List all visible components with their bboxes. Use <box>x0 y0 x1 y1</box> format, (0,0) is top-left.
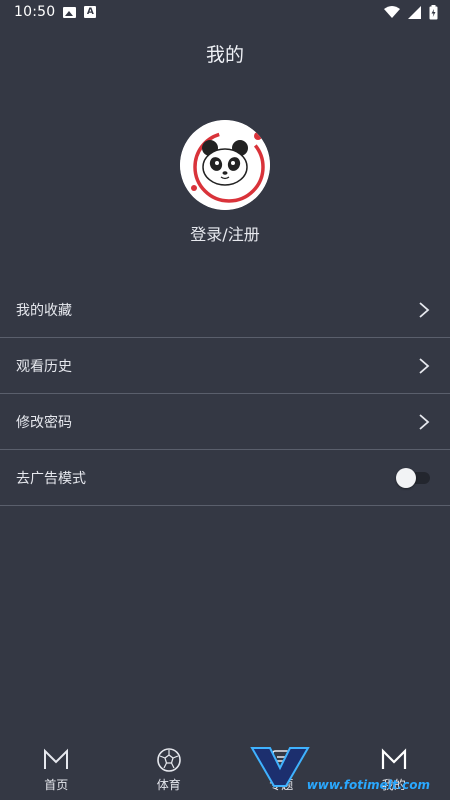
nav-item-sports[interactable]: 体育 <box>113 747 225 793</box>
menu-item-label: 我的收藏 <box>16 302 72 319</box>
logo-m-icon <box>44 748 69 769</box>
chevron-right-icon <box>419 413 430 430</box>
nav-item-home[interactable]: 首页 <box>0 747 112 793</box>
menu-item-label: 去广告模式 <box>16 470 86 487</box>
menu-item-ad-free-mode: 去广告模式 <box>0 450 450 506</box>
nav-label: 体育 <box>156 778 181 792</box>
nav-label: 我的 <box>381 778 406 792</box>
status-time: 10:50 <box>14 4 56 20</box>
nav-label: 专题 <box>269 778 294 792</box>
bottom-nav: 首页 体育 专题 我的 <box>0 740 450 800</box>
status-right <box>384 4 438 20</box>
status-left: 10:50 A <box>14 4 97 20</box>
signal-icon <box>408 5 421 19</box>
app-notification-icon: A <box>84 6 97 18</box>
avatar[interactable] <box>180 120 270 210</box>
settings-menu: 我的收藏 观看历史 修改密码 去广告模式 <box>0 282 450 506</box>
logo-m-icon <box>381 748 406 769</box>
menu-item-change-password[interactable]: 修改密码 <box>0 394 450 450</box>
chevron-right-icon <box>419 357 430 374</box>
toggle-thumb <box>396 467 416 488</box>
status-bar: 10:50 A <box>0 0 450 24</box>
topic-icon <box>272 750 291 770</box>
ad-free-toggle[interactable] <box>396 467 430 488</box>
menu-item-label: 修改密码 <box>16 414 72 431</box>
image-notification-icon <box>63 6 77 18</box>
wifi-icon <box>384 5 400 18</box>
menu-item-label: 观看历史 <box>16 358 72 375</box>
nav-item-mine[interactable]: 我的 <box>338 747 450 793</box>
soccer-ball-icon <box>156 748 181 772</box>
menu-item-watch-history[interactable]: 观看历史 <box>0 338 450 394</box>
login-register-link[interactable]: 登录/注册 <box>0 221 450 245</box>
nav-item-topics[interactable]: 专题 <box>225 747 337 793</box>
battery-charging-icon <box>429 4 438 19</box>
page-title: 我的 <box>205 44 244 66</box>
nav-label: 首页 <box>44 778 69 792</box>
panda-avatar-icon <box>180 120 270 210</box>
chevron-right-icon <box>419 301 430 318</box>
menu-item-favorites[interactable]: 我的收藏 <box>0 282 450 338</box>
